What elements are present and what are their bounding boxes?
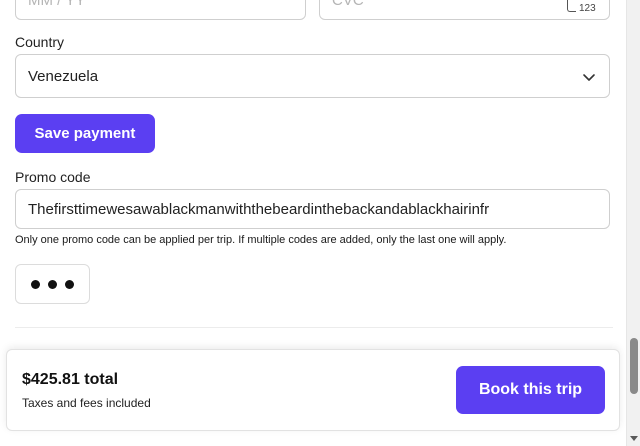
book-trip-button[interactable]: Book this trip [456,366,605,414]
more-dots-icon [65,279,74,289]
country-value: Venezuela [28,68,99,85]
promo-code-value: Thefirsttimewesawablackmanwiththebeardin… [28,201,490,218]
more-options-button[interactable] [15,264,90,304]
divider [15,327,613,328]
more-dots-icon [31,279,40,289]
expiry-input[interactable]: MM / YY [15,0,306,20]
cvc-card-icon: 123 [567,0,597,17]
save-payment-button[interactable]: Save payment [15,114,155,153]
country-select[interactable]: Venezuela [15,54,610,98]
promo-help-text: Only one promo code can be applied per t… [15,234,507,246]
cvc-icon-text: 123 [579,3,596,14]
expiry-placeholder: MM / YY [28,0,86,9]
scrollbar-thumb[interactable] [630,338,638,394]
cvc-placeholder: CVC [332,0,364,9]
total-price: $425.81 total [22,371,119,388]
more-dots-icon [48,279,57,289]
taxes-note: Taxes and fees included [22,396,151,410]
chevron-down-icon [583,74,595,81]
booking-footer: $425.81 total Taxes and fees included Bo… [6,349,620,431]
promo-code-input[interactable]: Thefirsttimewesawablackmanwiththebeardin… [15,189,610,229]
scroll-down-arrow-icon[interactable] [630,436,638,441]
country-label: Country [15,34,65,50]
promo-code-label: Promo code [15,169,91,185]
payment-page: MM / YY CVC 123 Country Venezuela Save p… [0,0,626,446]
scrollbar[interactable] [626,0,640,446]
cvc-input[interactable]: CVC 123 [319,0,610,20]
